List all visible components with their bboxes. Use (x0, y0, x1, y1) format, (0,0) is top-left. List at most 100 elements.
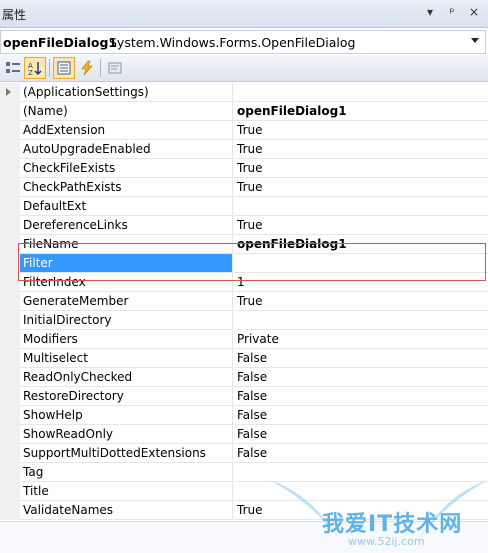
close-icon[interactable]: × (468, 5, 480, 19)
alphabetical-icon[interactable]: AZ (24, 57, 46, 79)
row-gutter (0, 387, 20, 406)
property-name[interactable]: ShowHelp (20, 406, 233, 425)
property-name[interactable]: Filter (20, 254, 233, 273)
expand-arrow-icon[interactable] (6, 88, 11, 96)
row-gutter (0, 368, 20, 387)
property-row[interactable]: InitialDirectory (0, 311, 488, 330)
property-name[interactable]: AddExtension (20, 121, 233, 140)
property-name[interactable]: (ApplicationSettings) (20, 83, 233, 102)
row-gutter (0, 216, 20, 235)
row-gutter (0, 292, 20, 311)
row-gutter (0, 83, 20, 102)
property-row[interactable]: Multiselect False (0, 349, 488, 368)
property-row[interactable]: CheckPathExists True (0, 178, 488, 197)
property-row[interactable]: FilterIndex 1 (0, 273, 488, 292)
property-value[interactable]: False (234, 444, 488, 463)
property-row[interactable]: GenerateMember True (0, 292, 488, 311)
events-icon[interactable] (76, 57, 98, 79)
property-value[interactable]: 1 (234, 273, 488, 292)
dropdown-icon[interactable]: ▾ (424, 5, 436, 19)
property-name[interactable]: InitialDirectory (20, 311, 233, 330)
property-name[interactable]: GenerateMember (20, 292, 233, 311)
property-row[interactable]: FileName openFileDialog1 (0, 235, 488, 254)
property-value[interactable] (234, 311, 488, 330)
row-gutter (0, 159, 20, 178)
property-name[interactable]: FilterIndex (20, 273, 233, 292)
property-value[interactable]: False (234, 368, 488, 387)
property-name[interactable]: Modifiers (20, 330, 233, 349)
pin-icon[interactable]: ᵖ (446, 5, 458, 19)
property-value[interactable]: False (234, 425, 488, 444)
property-name[interactable]: (Name) (20, 102, 233, 121)
property-name[interactable]: Title (20, 482, 233, 501)
row-gutter (0, 463, 20, 482)
property-row[interactable]: CheckFileExists True (0, 159, 488, 178)
row-gutter (0, 235, 20, 254)
property-value[interactable]: True (234, 216, 488, 235)
property-name[interactable]: ValidateNames (20, 501, 233, 520)
property-row[interactable]: Tag (0, 463, 488, 482)
property-value[interactable]: openFileDialog1 (234, 102, 488, 121)
watermark-url: www.52ij.com (348, 535, 425, 548)
row-gutter (0, 444, 20, 463)
property-name[interactable]: RestoreDirectory (20, 387, 233, 406)
property-row[interactable]: Filter (0, 254, 488, 273)
property-name[interactable]: DefaultExt (20, 197, 233, 216)
property-pages-icon[interactable] (104, 57, 126, 79)
property-row[interactable]: ShowHelp False (0, 406, 488, 425)
property-value[interactable] (234, 463, 488, 482)
chevron-down-icon[interactable] (471, 38, 479, 43)
property-value[interactable]: False (234, 406, 488, 425)
categorized-icon[interactable] (2, 57, 24, 79)
property-value[interactable]: openFileDialog1 (234, 235, 488, 254)
row-gutter (0, 197, 20, 216)
object-name: openFileDialog1 (3, 35, 118, 50)
property-row[interactable]: SupportMultiDottedExtensions False (0, 444, 488, 463)
property-row[interactable]: ReadOnlyChecked False (0, 368, 488, 387)
property-name[interactable]: ShowReadOnly (20, 425, 233, 444)
property-name[interactable]: FileName (20, 235, 233, 254)
property-name[interactable]: ReadOnlyChecked (20, 368, 233, 387)
property-value[interactable]: False (234, 349, 488, 368)
panel-controls: ▾ ᵖ × (424, 5, 480, 19)
property-value[interactable]: True (234, 121, 488, 140)
property-row[interactable]: (Name) openFileDialog1 (0, 102, 488, 121)
property-row[interactable]: RestoreDirectory False (0, 387, 488, 406)
property-row[interactable]: AddExtension True (0, 121, 488, 140)
property-row[interactable]: (ApplicationSettings) (0, 83, 488, 102)
row-gutter (0, 482, 20, 501)
property-name[interactable]: AutoUpgradeEnabled (20, 140, 233, 159)
property-row[interactable]: ShowReadOnly False (0, 425, 488, 444)
property-row[interactable]: Modifiers Private (0, 330, 488, 349)
properties-icon[interactable] (53, 57, 75, 79)
property-grid: (ApplicationSettings) (Name) openFileDialo… (0, 83, 488, 521)
object-selector[interactable]: openFileDialog1 System.Windows.Forms.Ope… (0, 30, 486, 54)
property-value[interactable] (234, 482, 488, 501)
property-value[interactable]: Private (234, 330, 488, 349)
property-name[interactable]: Tag (20, 463, 233, 482)
property-value[interactable] (234, 83, 488, 102)
property-row[interactable]: AutoUpgradeEnabled True (0, 140, 488, 159)
property-name[interactable]: Multiselect (20, 349, 233, 368)
property-row[interactable]: DefaultExt (0, 197, 488, 216)
property-value[interactable]: True (234, 292, 488, 311)
property-value[interactable] (234, 254, 488, 273)
property-name[interactable]: DereferenceLinks (20, 216, 233, 235)
row-gutter (0, 349, 20, 368)
property-name[interactable]: CheckPathExists (20, 178, 233, 197)
property-value[interactable]: False (234, 387, 488, 406)
property-value[interactable]: True (234, 178, 488, 197)
row-gutter (0, 121, 20, 140)
property-row[interactable]: Title (0, 482, 488, 501)
property-row[interactable]: DereferenceLinks True (0, 216, 488, 235)
property-value[interactable]: True (234, 159, 488, 178)
property-value[interactable] (234, 197, 488, 216)
properties-toolbar: AZ (0, 55, 488, 82)
toolbar-separator (100, 59, 101, 77)
property-value[interactable]: True (234, 140, 488, 159)
row-gutter (0, 140, 20, 159)
property-name[interactable]: CheckFileExists (20, 159, 233, 178)
row-gutter (0, 102, 20, 121)
property-name[interactable]: SupportMultiDottedExtensions (20, 444, 233, 463)
watermark-text: 我爱IT技术网 (322, 512, 463, 537)
